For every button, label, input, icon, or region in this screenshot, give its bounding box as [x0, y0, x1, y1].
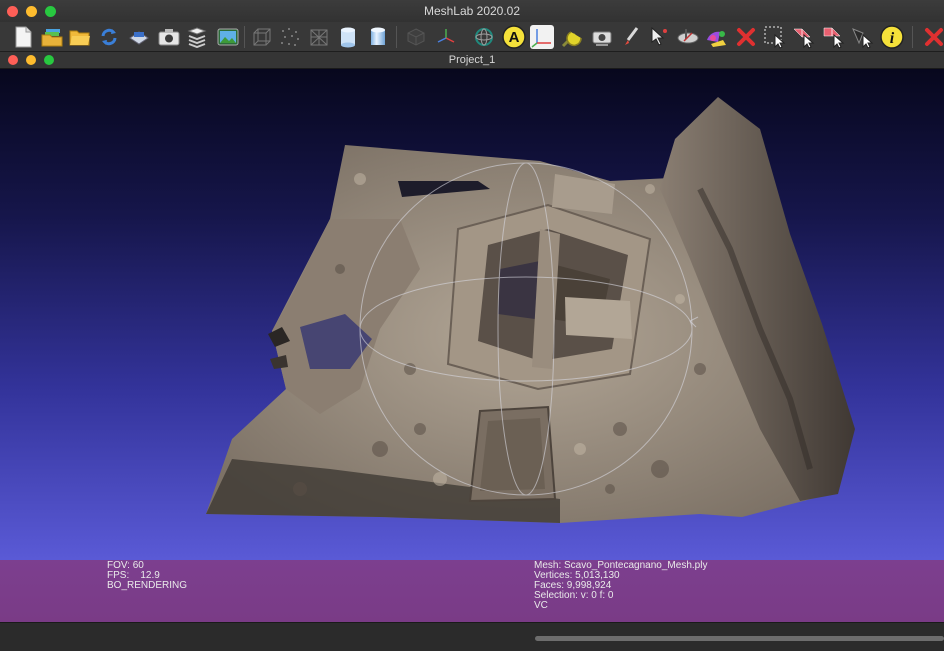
snapshot-button[interactable] [157, 25, 181, 49]
pick-points-icon [651, 26, 667, 46]
raster-view-button[interactable] [216, 25, 240, 49]
select-vertices-button[interactable] [792, 25, 816, 49]
mesh-stats: Mesh: Scavo_Pontecagnano_Mesh.ply Vertic… [534, 561, 707, 611]
layers-stack-icon [187, 27, 207, 48]
annotation-button[interactable]: A [502, 25, 526, 49]
close-x-icon [925, 28, 943, 46]
close-document-button[interactable] [8, 55, 18, 65]
delete-selected-button[interactable] [734, 25, 758, 49]
save-mesh-icon [129, 31, 149, 45]
toolbar-separator [912, 26, 913, 48]
select-connected-icon [823, 27, 845, 49]
measure-axes-icon [531, 29, 551, 48]
info-i-icon: i [880, 25, 904, 49]
smooth-shading-button[interactable] [366, 25, 390, 49]
status-bar [0, 622, 944, 651]
window-titlebar: MeshLab 2020.02 [0, 0, 944, 22]
render-stats: FOV: 60 FPS: 12.9 BO_RENDERING [107, 561, 187, 591]
axes-icon [437, 29, 455, 43]
wireframe-button[interactable] [307, 25, 331, 49]
align-button[interactable] [676, 25, 700, 49]
import-mesh-button[interactable] [68, 25, 92, 49]
selection-text: Selection: v: 0 f: 0 [534, 590, 614, 601]
select-faces-icon [764, 26, 786, 49]
new-document-icon [15, 26, 32, 48]
horizontal-scrollbar[interactable] [535, 636, 944, 641]
minimize-window-button[interactable] [26, 6, 37, 17]
raster-camera-icon [592, 31, 612, 46]
texture-cube-icon [407, 28, 425, 46]
select-vertices-icon [793, 28, 815, 49]
delete-x-icon [737, 28, 755, 46]
meshlab-app: MeshLab 2020.02 A i Project_1 FOV: 60 FP… [0, 0, 944, 651]
reload-icon [101, 28, 117, 46]
raster-image-icon [217, 28, 239, 46]
reload-button[interactable] [97, 25, 121, 49]
render-mode-text: BO_RENDERING [107, 580, 188, 591]
layers-folder-icon [41, 29, 63, 47]
info-panel: FOV: 60 FPS: 12.9 BO_RENDERING Mesh: Sca… [0, 560, 944, 622]
select-rect-icon [852, 28, 874, 49]
document-titlebar: Project_1 [0, 52, 944, 69]
bounding-box-button[interactable] [250, 25, 274, 49]
camera-icon [158, 29, 180, 46]
wireframe-icon [310, 29, 328, 46]
paint-button[interactable] [619, 25, 643, 49]
minimize-document-button[interactable] [26, 55, 36, 65]
flat-shading-button[interactable] [336, 25, 360, 49]
svg-text:i: i [890, 30, 895, 47]
tape-measure-icon [561, 31, 582, 48]
points-button[interactable] [278, 25, 302, 49]
zoom-window-button[interactable] [45, 6, 56, 17]
info-button[interactable]: i [880, 25, 904, 49]
new-project-button[interactable] [11, 25, 35, 49]
open-project-button[interactable] [40, 25, 64, 49]
vertex-color-text: VC [534, 600, 548, 611]
raster-camera-button[interactable] [590, 25, 614, 49]
export-mesh-button[interactable] [127, 25, 151, 49]
zoom-document-button[interactable] [44, 55, 54, 65]
select-connected-button[interactable] [822, 25, 846, 49]
layer-dialog-button[interactable] [185, 25, 209, 49]
annotation-a-icon: A [502, 25, 526, 49]
select-faces-button[interactable] [763, 25, 787, 49]
paint-brush-icon [625, 27, 639, 45]
color-paint-button[interactable] [705, 25, 729, 49]
trackball-icon [475, 28, 493, 46]
3d-viewport[interactable] [0, 69, 944, 560]
align-icon [677, 29, 699, 44]
points-icon [281, 28, 299, 46]
axes-button[interactable] [434, 25, 458, 49]
window-title: MeshLab 2020.02 [423, 4, 521, 18]
flat-cylinder-icon [341, 27, 355, 48]
svg-text:A: A [509, 29, 520, 46]
smooth-cylinder-icon [371, 27, 385, 45]
measure-tool-button[interactable] [560, 25, 584, 49]
toolbar-separator [396, 26, 397, 48]
select-rect-button[interactable] [851, 25, 875, 49]
pick-points-button[interactable] [647, 25, 671, 49]
mesh-render [206, 97, 855, 523]
color-paint-icon [707, 31, 726, 47]
texture-button[interactable] [404, 25, 428, 49]
trackball-button[interactable] [472, 25, 496, 49]
main-toolbar: A i [0, 22, 944, 52]
close-window-button[interactable] [7, 6, 18, 17]
bbox-icon [253, 28, 271, 46]
measure-axes-button[interactable] [530, 25, 554, 49]
toolbar-separator [244, 26, 245, 48]
open-folder-icon [69, 30, 90, 46]
close-tool-button[interactable] [922, 25, 944, 49]
document-title: Project_1 [448, 54, 496, 66]
